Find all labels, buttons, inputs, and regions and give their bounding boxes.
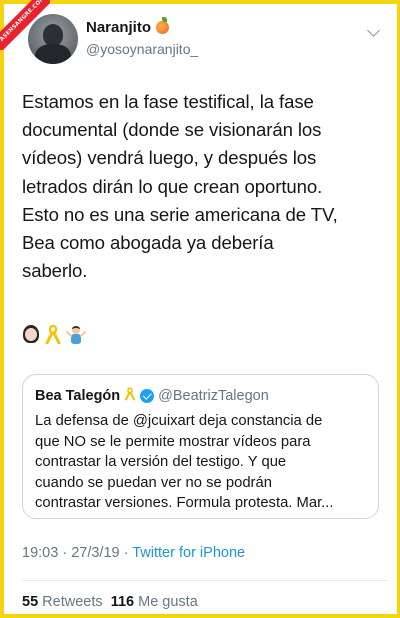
yellow-ribbon-icon	[124, 386, 136, 405]
meta-separator: ·	[123, 545, 129, 561]
likes-stat[interactable]: 116 Me gusta	[111, 594, 198, 610]
quoted-header: Bea Talegón @BeatrizTalegon	[35, 386, 269, 405]
tweet-emojis	[22, 324, 86, 344]
retweets-label: Retweets	[42, 594, 103, 610]
likes-count: 116	[110, 594, 135, 610]
author-handle[interactable]: @yosoynaranjito_	[86, 41, 198, 57]
tweet-text: Estamos en la fase testifical, la fase d…	[22, 91, 338, 282]
verified-icon	[140, 388, 155, 403]
quoted-tweet[interactable]: Bea Talegón @BeatrizTalegon La defensa d…	[22, 374, 379, 519]
woman-icon	[22, 324, 40, 344]
tweet-source-link[interactable]: Twitter for iPhone	[132, 545, 245, 561]
retweets-count: 55	[22, 594, 39, 610]
retweets-stat[interactable]: 55 Retweets	[22, 594, 103, 610]
quoted-author-handle: @BeatrizTalegon	[158, 387, 269, 404]
quoted-text: La defensa de @jcuixart deja constancia …	[35, 413, 334, 511]
tweet-meta: 19:03 · 27/3/19 · Twitter for iPhone	[22, 545, 245, 561]
author-name-row[interactable]: Naranjito	[86, 17, 170, 36]
yellow-ribbon-icon	[44, 324, 62, 344]
meta-separator: ·	[62, 545, 68, 561]
likes-label: Me gusta	[138, 594, 198, 610]
avatar-head	[43, 24, 63, 46]
tweet-header: Naranjito @yosoynaranjito_	[18, 14, 388, 68]
tweet-time[interactable]: 19:03	[22, 545, 58, 561]
chevron-down-icon[interactable]	[367, 24, 380, 37]
tweet-date[interactable]: 27/3/19	[71, 545, 119, 561]
quoted-author-name: Bea Talegón	[35, 387, 121, 404]
peach-icon	[156, 17, 170, 34]
man-shrugging-icon	[66, 324, 86, 344]
divider	[22, 580, 388, 581]
avatar-body	[35, 44, 71, 64]
avatar[interactable]	[28, 14, 78, 64]
tweet-stats: 55 Retweets 116 Me gusta	[22, 594, 198, 610]
author-name[interactable]: Naranjito	[86, 19, 151, 36]
